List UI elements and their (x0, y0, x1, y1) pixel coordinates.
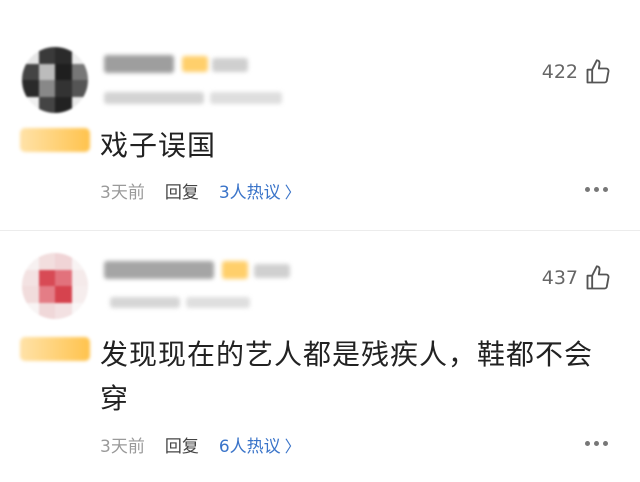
hot-replies-label: 6人热议 (218, 437, 281, 457)
hot-replies-link[interactable]: 3人热议 〉 (218, 178, 301, 204)
user-location-blurred (104, 92, 204, 104)
chevron-right-icon: 〉 (284, 182, 301, 202)
user-location-blurred (110, 297, 180, 308)
comment-time: 3天前 (100, 437, 145, 457)
user-extra-blurred (210, 92, 282, 104)
tag-blurred (212, 58, 248, 72)
like-button[interactable]: 422 (542, 58, 612, 86)
fan-badge-blurred (20, 337, 90, 361)
like-button[interactable]: 437 (542, 264, 612, 292)
fan-badge-blurred (20, 128, 90, 152)
chevron-right-icon: 〉 (284, 436, 301, 456)
comment-item: 437 发现现在的艺人都是残疾人，鞋都不会穿 3天前 回复 6人热议 〉 (0, 230, 640, 482)
like-count: 422 (541, 61, 578, 83)
more-dots-icon[interactable] (585, 187, 608, 192)
level-badge-blurred (182, 56, 208, 72)
comment-item: 422 戏子误国 3天前 回复 3人热议 〉 (0, 0, 640, 230)
comment-text: 发现现在的艺人都是残疾人，鞋都不会穿 (100, 338, 594, 415)
username-blurred[interactable] (104, 55, 174, 73)
comment-time: 3天前 (100, 183, 145, 203)
level-badge-blurred (222, 261, 248, 279)
like-count: 437 (541, 267, 578, 289)
more-dots-icon[interactable] (585, 441, 608, 446)
reply-button[interactable]: 回复 (165, 432, 199, 457)
reply-button[interactable]: 回复 (165, 178, 199, 203)
tag-blurred (254, 264, 290, 278)
thumbs-up-icon (586, 59, 610, 84)
comment-meta: 3天前 回复 6人热议 〉 (100, 432, 301, 458)
username-blurred[interactable] (104, 261, 214, 279)
comment-text: 戏子误国 (100, 129, 217, 162)
thumbs-up-icon (586, 265, 610, 290)
avatar[interactable] (22, 253, 88, 319)
avatar[interactable] (22, 47, 88, 113)
comment-meta: 3天前 回复 3人热议 〉 (100, 178, 301, 204)
hot-replies-link[interactable]: 6人热议 〉 (218, 432, 301, 458)
user-extra-blurred (186, 297, 250, 308)
hot-replies-label: 3人热议 (218, 183, 281, 203)
